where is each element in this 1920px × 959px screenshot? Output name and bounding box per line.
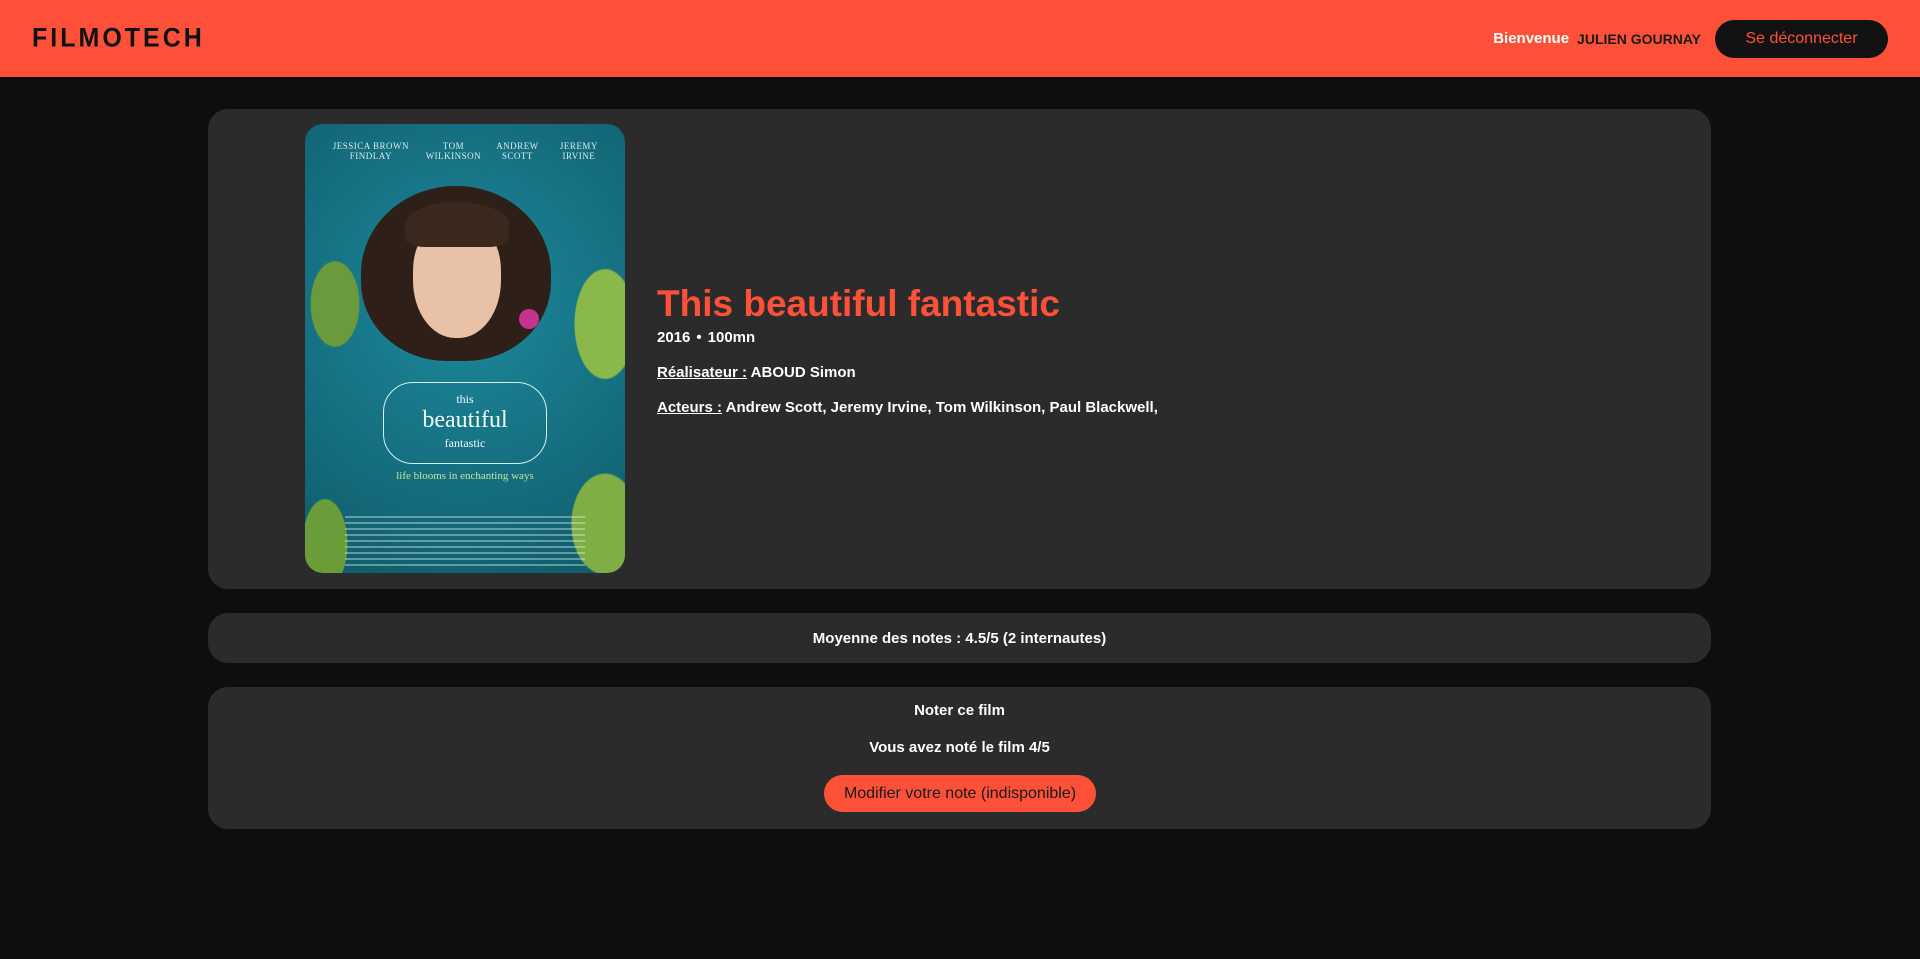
app-logo[interactable]: FILMOTECH — [32, 23, 205, 54]
film-director: Réalisateur : ABOUD Simon — [657, 364, 1158, 381]
actors-value: Andrew Scott, Jeremy Irvine, Tom Wilkins… — [725, 398, 1158, 416]
film-actors: Acteurs : Andrew Scott, Jeremy Irvine, T… — [657, 399, 1158, 416]
poster-title-line: fantastic — [444, 436, 486, 451]
film-info: This beautiful fantastic 2016 • 100mn Réal… — [657, 283, 1158, 416]
username: JULIEN GOURNAY — [1577, 30, 1701, 47]
top-header: FILMOTECH Bienvenue JULIEN GOURNAY Se dé… — [0, 0, 1920, 77]
film-title: This beautiful fantastic — [657, 283, 1060, 324]
poster-bangs-shape — [405, 202, 509, 247]
poster-title-line: this — [456, 392, 474, 406]
poster-credit: ANDREW SCOTT — [496, 141, 539, 161]
rate-title: Noter ce film — [914, 702, 1005, 719]
film-details-card: JESSICA BROWN FINDLAY TOM WILKINSON ANDR… — [208, 109, 1711, 589]
poster-title-line: beautiful — [422, 407, 508, 433]
director-value: ABOUD Simon — [750, 363, 856, 381]
film-meta: 2016 • 100mn — [657, 329, 1158, 346]
rate-film-card: Noter ce film Vous avez noté le film 4/5… — [208, 687, 1711, 829]
average-rating-card: Moyenne des notes : 4.5/5 (2 internautes… — [208, 613, 1711, 663]
poster-credit: JEREMY IRVINE — [559, 141, 598, 161]
director-label: Réalisateur : — [657, 363, 748, 381]
poster-credit: TOM WILKINSON — [425, 141, 482, 161]
poster-credit: JESSICA BROWN FINDLAY — [332, 141, 409, 161]
film-poster: JESSICA BROWN FINDLAY TOM WILKINSON ANDR… — [305, 124, 625, 573]
welcome-label: Bienvenue — [1493, 30, 1570, 47]
average-rating-text: Moyenne des notes : 4.5/5 (2 internautes… — [812, 629, 1107, 647]
actors-label: Acteurs : — [657, 398, 723, 416]
poster-billing-block — [345, 516, 585, 566]
film-year: 2016 — [657, 328, 691, 346]
meta-separator: • — [696, 328, 702, 346]
user-rating-status: Vous avez noté le film 4/5 — [869, 739, 1050, 756]
film-duration: 100mn — [707, 328, 756, 346]
user-area: Bienvenue JULIEN GOURNAY Se déconnecter — [1493, 19, 1888, 58]
poster-tagline: life blooms in enchanting ways — [396, 470, 534, 482]
poster-flower-shape — [519, 309, 539, 329]
modify-rating-button[interactable]: Modifier votre note (indisponible) — [824, 775, 1096, 812]
logout-button[interactable]: Se déconnecter — [1715, 19, 1888, 58]
poster-credits: JESSICA BROWN FINDLAY TOM WILKINSON ANDR… — [305, 141, 625, 162]
poster-title: this beautiful fantastic — [305, 392, 625, 451]
